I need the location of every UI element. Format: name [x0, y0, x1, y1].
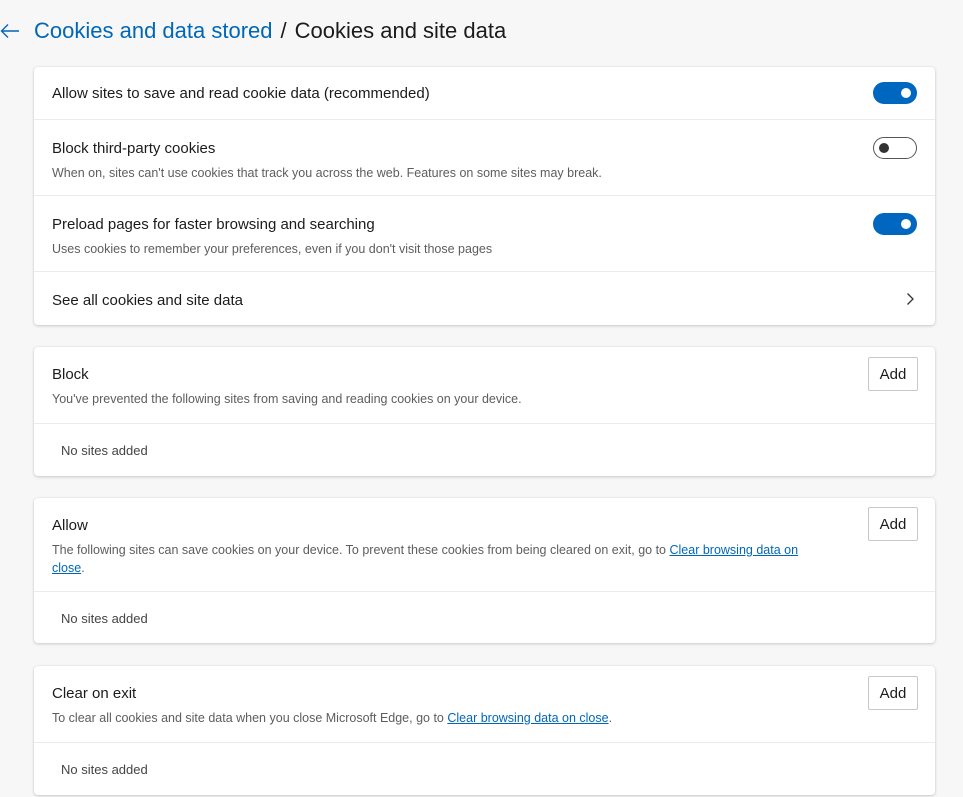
preload-label: Preload pages for faster browsing and se… — [52, 216, 375, 233]
block-empty-row: No sites added — [34, 423, 935, 476]
page-title: Cookies and site data — [294, 18, 507, 43]
allow-empty-row: No sites added — [34, 591, 935, 643]
clear-on-exit-empty-text: No sites added — [61, 762, 148, 777]
allow-cookies-label: Allow sites to save and read cookie data… — [52, 85, 430, 102]
back-arrow-icon[interactable] — [0, 17, 24, 45]
allow-title: Allow — [52, 517, 88, 534]
allow-card: Allow The following sites can save cooki… — [34, 498, 935, 643]
see-all-cookies-label: See all cookies and site data — [52, 292, 243, 309]
clear-on-exit-header-row: Clear on exit To clear all cookies and s… — [34, 666, 935, 742]
breadcrumb-parent-link[interactable]: Cookies and data stored — [34, 18, 273, 44]
page-header: Cookies and data stored / Cookies and si… — [0, 14, 506, 48]
toggle-knob — [879, 143, 889, 153]
toggle-knob — [901, 88, 911, 98]
allow-description: The following sites can save cookies on … — [52, 541, 842, 577]
clear-on-exit-title: Clear on exit — [52, 685, 137, 702]
cookie-settings-card: Allow sites to save and read cookie data… — [34, 67, 935, 325]
clear-on-exit-empty-row: No sites added — [34, 742, 935, 795]
see-all-cookies-row[interactable]: See all cookies and site data — [34, 271, 935, 325]
allow-cookies-row: Allow sites to save and read cookie data… — [34, 67, 935, 119]
clear-on-exit-description: To clear all cookies and site data when … — [52, 709, 917, 727]
allow-description-text: The following sites can save cookies on … — [52, 543, 670, 557]
allow-cookies-toggle[interactable] — [873, 82, 917, 104]
allow-header-row: Allow The following sites can save cooki… — [34, 498, 935, 591]
clear-on-exit-add-button[interactable]: Add — [868, 676, 918, 710]
clear-on-exit-description-suffix: . — [608, 711, 613, 725]
clear-on-exit-description-text: To clear all cookies and site data when … — [52, 711, 448, 725]
clear-browsing-data-link-text: Clear browsing data on — [669, 543, 799, 557]
clear-browsing-data-on-close-link[interactable]: Clear browsing data on close — [447, 711, 608, 725]
clear-browsing-data-link-text-2: close — [52, 561, 82, 575]
allow-add-button[interactable]: Add — [868, 507, 918, 541]
breadcrumb-separator: / — [280, 18, 287, 43]
preload-toggle[interactable] — [873, 213, 917, 235]
chevron-right-icon — [905, 292, 915, 311]
block-add-button[interactable]: Add — [868, 357, 918, 391]
block-third-party-toggle[interactable] — [873, 137, 917, 159]
block-third-party-label: Block third-party cookies — [52, 140, 216, 157]
block-card: Block You've prevented the following sit… — [34, 347, 935, 476]
block-third-party-row: Block third-party cookies When on, sites… — [34, 119, 935, 195]
preload-row: Preload pages for faster browsing and se… — [34, 195, 935, 271]
block-third-party-description: When on, sites can't use cookies that tr… — [52, 166, 602, 180]
allow-empty-text: No sites added — [61, 611, 148, 626]
block-empty-text: No sites added — [61, 443, 148, 458]
block-description: You've prevented the following sites fro… — [52, 392, 522, 406]
block-header-row: Block You've prevented the following sit… — [34, 347, 935, 423]
toggle-knob — [901, 219, 911, 229]
allow-description-suffix: . — [81, 561, 85, 575]
clear-on-exit-card: Clear on exit To clear all cookies and s… — [34, 666, 935, 795]
preload-description: Uses cookies to remember your preference… — [52, 242, 493, 256]
block-title: Block — [52, 366, 89, 383]
